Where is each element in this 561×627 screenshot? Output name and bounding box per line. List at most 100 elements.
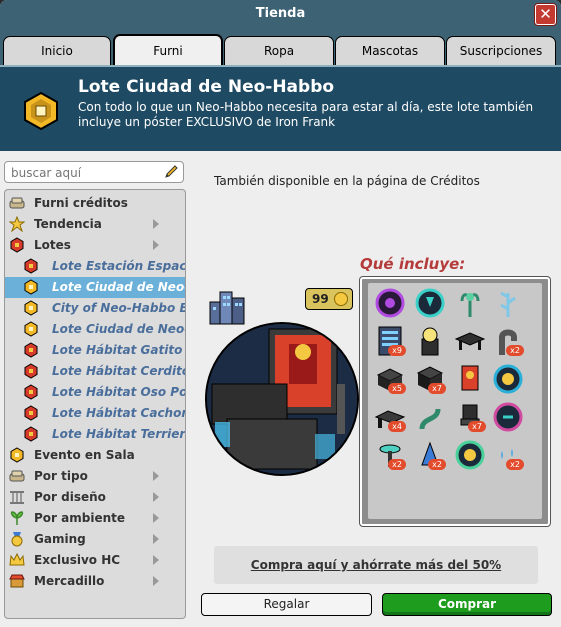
deal-link[interactable]: Compra aquí y ahórrate más del 50% [251, 558, 501, 572]
nav-item-label: Lote Ciudad de Neo-Habbo [52, 280, 185, 294]
column-icon [10, 491, 24, 504]
nav-item-label: Lote Hábitat Terrier [52, 427, 186, 441]
city-buildings-icon [209, 291, 245, 325]
quantity-badge: x4 [388, 421, 406, 432]
nav-subitem-city-neo-habbo-bundle[interactable]: City of Neo-Habbo Bundle [5, 298, 185, 319]
hexagon-icon [10, 447, 24, 463]
nav-item-label: City of Neo-Habbo Bundle [52, 301, 185, 315]
nav-item-label: Lote Hábitat Oso Polar [52, 385, 186, 399]
shop-window: Tienda ✕ Inicio Furni Ropa Mascotas Susc… [0, 0, 561, 627]
tab-bar: Inicio Furni Ropa Mascotas Suscripciones [0, 28, 561, 66]
chevron-right-icon [153, 471, 159, 481]
bundle-contents-panel: x9 x2 x5 x7 x4 x7 x2 x2 x2 [360, 277, 550, 526]
quantity-badge: x7 [428, 383, 446, 394]
bundle-preview-scene [207, 324, 357, 474]
nav-subitem-lote-estacion-espacial[interactable]: Lote Estación Espacial [5, 256, 185, 277]
quantity-badge: x5 [388, 383, 406, 394]
nav-item-lotes[interactable]: Lotes [5, 235, 185, 256]
quantity-badge: x2 [388, 459, 406, 470]
crown-icon [9, 552, 25, 566]
tab-label: Furni [153, 44, 183, 58]
search-box [4, 161, 184, 183]
alien-plant-icon[interactable] [454, 287, 486, 319]
pencil-icon[interactable] [163, 164, 179, 180]
nav-item-evento-en-sala[interactable]: Evento en Sala [5, 445, 185, 466]
window-titlebar[interactable]: Tienda ✕ [0, 0, 561, 28]
nav-item-gaming[interactable]: Gaming [5, 529, 185, 550]
deal-banner[interactable]: Compra aquí y ahórrate más del 50% [214, 546, 538, 584]
star-icon [9, 216, 25, 232]
neon-ring-face-icon[interactable] [454, 439, 486, 471]
neon-ring-purple-icon[interactable] [374, 287, 406, 319]
tab-furni[interactable]: Furni [113, 34, 223, 66]
black-table-icon[interactable] [454, 325, 486, 357]
nav-item-label: Por tipo [34, 469, 88, 483]
nav-subitem-lote-ciudad-neo-habbo[interactable]: Lote Ciudad de Neo-Habbo [5, 277, 185, 298]
hexagon-icon [24, 342, 38, 358]
tab-label: Inicio [41, 44, 73, 58]
crystal-tree-icon[interactable] [492, 287, 524, 319]
tab-inicio[interactable]: Inicio [3, 36, 111, 65]
chevron-right-icon [153, 576, 159, 586]
hexagon-icon [24, 384, 38, 400]
bundle-hexagon-icon [24, 92, 58, 130]
nav-item-label: Lote Hábitat Cerdito [52, 364, 186, 378]
close-icon: ✕ [539, 5, 552, 23]
nav-subitem-lote-habitat-oso-polar[interactable]: Lote Hábitat Oso Polar [5, 382, 185, 403]
nav-item-label: Lote Hábitat Gatito [52, 343, 183, 357]
hexagon-icon [24, 258, 38, 274]
plant-icon [10, 511, 24, 525]
nav-item-label: Lote Hábitat Cachorro [52, 406, 186, 420]
quantity-badge: x2 [506, 459, 524, 470]
neon-lamp-icon[interactable] [414, 325, 446, 357]
hexagon-icon [24, 321, 38, 337]
tab-label: Suscripciones [459, 44, 543, 58]
hexagon-icon [24, 279, 38, 295]
nav-item-mercadillo[interactable]: Mercadillo [5, 571, 185, 592]
neon-ring-teal-icon[interactable] [414, 287, 446, 319]
tab-label: Mascotas [361, 44, 419, 58]
search-input[interactable] [9, 165, 163, 181]
bundle-preview [205, 322, 359, 476]
nav-item-label: Tendencia [34, 217, 102, 231]
close-button[interactable]: ✕ [535, 4, 556, 25]
window-title: Tienda [255, 6, 306, 21]
neon-ring-pink-icon[interactable] [492, 401, 524, 433]
neon-ring-gold-icon[interactable] [492, 363, 524, 395]
tab-suscripciones[interactable]: Suscripciones [446, 36, 556, 65]
banner-title: Lote Ciudad de Neo-Habbo [78, 77, 335, 97]
tentacle-icon[interactable] [414, 401, 446, 433]
gift-button[interactable]: Regalar [201, 593, 372, 616]
quantity-badge: x2 [506, 345, 524, 356]
nav-item-por-tipo[interactable]: Por tipo [5, 466, 185, 487]
nav-item-furni-creditos[interactable]: Furni créditos [5, 193, 185, 214]
nav-item-label: Mercadillo [34, 574, 105, 588]
chevron-right-icon [153, 555, 159, 565]
chevron-right-icon [153, 534, 159, 544]
nav-item-exclusivo-hc[interactable]: Exclusivo HC [5, 550, 185, 571]
nav-item-por-ambiente[interactable]: Por ambiente [5, 508, 185, 529]
nav-subitem-lote-habitat-terrier[interactable]: Lote Hábitat Terrier [5, 424, 185, 445]
nav-subitem-lote-habitat-cerdito[interactable]: Lote Hábitat Cerdito [5, 361, 185, 382]
chevron-right-icon [153, 219, 159, 229]
nav-subitem-lote-ciudad-neo-habbo-2[interactable]: Lote Ciudad de Neo-Habbo [5, 319, 185, 340]
chevron-right-icon [153, 513, 159, 523]
nav-subitem-lote-habitat-cachorro[interactable]: Lote Hábitat Cachorro [5, 403, 185, 424]
quantity-badge: x2 [428, 459, 446, 470]
nav-subitem-lote-habitat-gatito[interactable]: Lote Hábitat Gatito [5, 340, 185, 361]
quantity-badge: x9 [388, 345, 406, 356]
nav-item-por-diseno[interactable]: Por diseño [5, 487, 185, 508]
buy-button[interactable]: Comprar [382, 593, 552, 616]
nav-item-label: Lotes [34, 238, 71, 252]
tab-ropa[interactable]: Ropa [224, 36, 334, 65]
iron-frank-poster-icon[interactable] [454, 363, 486, 395]
sofa-icon [9, 197, 25, 209]
nav-item-label: Por diseño [34, 490, 106, 504]
nav-item-tendencia[interactable]: Tendencia [5, 214, 185, 235]
medal-icon [11, 532, 23, 547]
tab-mascotas[interactable]: Mascotas [335, 36, 445, 65]
chevron-right-icon [153, 492, 159, 502]
category-nav: Furni créditos Tendencia Lotes Lote Esta… [4, 189, 186, 619]
includes-title: Qué incluye: [360, 255, 466, 273]
nav-item-label: Por ambiente [34, 511, 125, 525]
